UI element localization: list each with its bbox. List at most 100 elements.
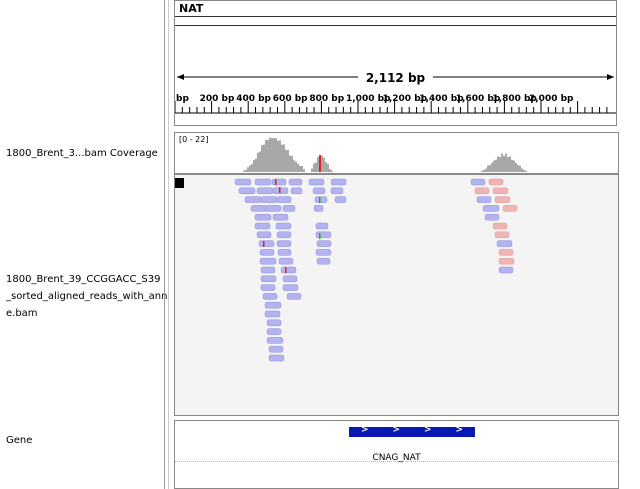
read[interactable]	[268, 345, 284, 353]
read[interactable]	[256, 231, 272, 239]
read[interactable]	[234, 178, 252, 186]
read[interactable]	[314, 196, 328, 203]
read[interactable]	[476, 196, 492, 203]
read[interactable]	[280, 266, 297, 274]
read[interactable]	[277, 249, 292, 256]
coverage-bar	[313, 163, 315, 172]
alignment-track-name-line2[interactable]: _sorted_aligned_reads_with_ann	[6, 291, 167, 302]
read[interactable]	[492, 187, 509, 195]
read[interactable]	[271, 178, 287, 186]
name-panel-divider-shadow	[168, 0, 169, 489]
read[interactable]	[470, 178, 486, 186]
coverage-bar	[289, 155, 291, 172]
read[interactable]	[272, 213, 289, 221]
read[interactable]	[262, 293, 278, 300]
read[interactable]	[315, 231, 332, 239]
read[interactable]	[313, 205, 324, 212]
coverage-bar	[515, 162, 517, 172]
read[interactable]	[276, 240, 292, 247]
read[interactable]	[316, 240, 332, 247]
read[interactable]	[276, 231, 292, 239]
read[interactable]	[290, 187, 303, 195]
read[interactable]	[482, 205, 500, 212]
coverage-bar	[285, 149, 287, 172]
read[interactable]	[282, 275, 298, 283]
name-panel-divider[interactable]	[164, 0, 165, 489]
read[interactable]	[315, 249, 332, 256]
coverage-bar	[247, 167, 249, 172]
read[interactable]	[260, 266, 276, 274]
read[interactable]	[330, 178, 347, 186]
read[interactable]	[260, 196, 278, 203]
gene-track-name[interactable]: Gene	[6, 435, 32, 446]
read[interactable]	[288, 178, 303, 186]
read[interactable]	[316, 257, 331, 265]
coverage-bar	[519, 165, 521, 172]
read[interactable]	[275, 222, 292, 230]
read[interactable]	[276, 196, 292, 203]
read[interactable]	[254, 222, 271, 230]
read[interactable]	[312, 187, 326, 195]
read[interactable]	[498, 266, 514, 274]
ruler-panel[interactable]: NAT 2,112 bp bp 200 bp 400 bp 600 bp 800 bp 1…	[174, 0, 617, 126]
read[interactable]	[254, 178, 272, 186]
read[interactable]	[496, 240, 513, 247]
coverage-bar	[317, 157, 319, 172]
gene-track[interactable]: > > > > CNAG_NAT	[174, 420, 619, 489]
read[interactable]	[334, 196, 347, 203]
alignment-track-name-line1[interactable]: 1800_Brent_39_CCGGACC_S39	[6, 274, 161, 285]
coverage-bar	[315, 162, 317, 172]
chromosome-ideogram[interactable]	[175, 16, 616, 26]
read[interactable]	[484, 213, 500, 221]
alignment-track[interactable]	[174, 174, 619, 416]
read[interactable]	[264, 301, 282, 309]
read[interactable]	[330, 187, 344, 195]
coverage-bar	[249, 165, 251, 172]
read[interactable]	[266, 328, 282, 335]
coverage-bar	[483, 169, 485, 172]
read[interactable]	[254, 213, 272, 221]
read[interactable]	[498, 249, 514, 256]
read[interactable]	[502, 205, 518, 212]
read[interactable]	[238, 187, 256, 195]
gene-feature-label: CNAG_NAT	[372, 453, 421, 463]
strand-arrow-icon: >	[392, 425, 401, 435]
read[interactable]	[308, 178, 325, 186]
coverage-bar	[487, 165, 489, 172]
coverage-mismatch-bar	[319, 155, 321, 172]
coverage-track[interactable]: [0 - 22]	[174, 132, 619, 174]
read[interactable]	[266, 337, 284, 344]
read[interactable]	[250, 205, 268, 212]
coverage-track-name[interactable]: 1800_Brent_3...bam Coverage	[6, 148, 158, 159]
read[interactable]	[494, 231, 510, 239]
coverage-bar	[253, 160, 255, 172]
read[interactable]	[286, 293, 302, 300]
alignment-track-name-line3[interactable]: e.bam	[6, 308, 38, 319]
read[interactable]	[260, 275, 277, 283]
read[interactable]	[494, 196, 511, 203]
read[interactable]	[474, 187, 490, 195]
read[interactable]	[265, 205, 282, 212]
read[interactable]	[256, 187, 274, 195]
read[interactable]	[315, 222, 329, 230]
gene-feature-cnag-nat[interactable]: > > > >	[349, 425, 475, 437]
coverage-bar	[501, 153, 503, 172]
read[interactable]	[492, 222, 508, 230]
ruler-tick-label: 600 bp	[272, 94, 308, 104]
coverage-bar	[291, 156, 293, 172]
read[interactable]	[488, 178, 504, 186]
read[interactable]	[244, 196, 262, 203]
read[interactable]	[259, 249, 275, 256]
read[interactable]	[258, 240, 275, 247]
read[interactable]	[498, 257, 515, 265]
read[interactable]	[268, 354, 285, 362]
read[interactable]	[282, 284, 299, 291]
coverage-bar	[299, 165, 301, 172]
read[interactable]	[278, 257, 294, 265]
read[interactable]	[264, 310, 281, 318]
coverage-bar	[287, 150, 289, 172]
read[interactable]	[259, 257, 277, 265]
read[interactable]	[260, 284, 276, 291]
read[interactable]	[266, 319, 282, 327]
read[interactable]	[282, 205, 296, 212]
